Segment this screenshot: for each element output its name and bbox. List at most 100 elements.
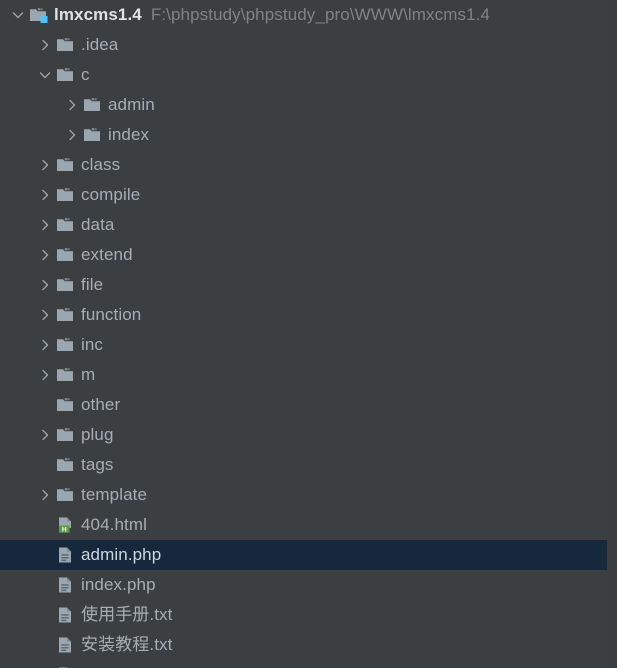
tree-row-label: plug [81,425,114,444]
tree-row-label: admin.php [81,545,162,564]
folder-icon [55,300,77,330]
tree-row-label: .idea [81,35,119,54]
tree-leaf-spacer [35,570,55,600]
folder-icon [82,120,104,150]
tree-row-label: index [108,125,150,144]
tree-row-label: lmxcms1.4 [54,5,142,24]
tree-row[interactable]: class [0,150,617,180]
tree-leaf-spacer [35,540,55,570]
tree-leaf-spacer [35,600,55,630]
chevron-right-icon[interactable] [35,180,55,210]
tree-row[interactable]: tags [0,450,617,480]
project-path-label: F:\phpstudy\phpstudy_pro\WWW\lmxcms1.4 [150,5,491,24]
chevron-right-icon[interactable] [62,90,82,120]
tree-row-label: c [81,65,90,84]
chevron-right-icon[interactable] [35,240,55,270]
folder-icon [55,30,77,60]
chevron-right-icon[interactable] [35,270,55,300]
tree-row[interactable]: index.php [0,570,617,600]
tree-row[interactable]: function [0,300,617,330]
tree-row[interactable]: admin [0,90,617,120]
tree-leaf-spacer [35,510,55,540]
folder-icon [55,390,77,420]
chevron-down-icon[interactable] [8,0,28,30]
folder-icon [55,240,77,270]
chevron-right-icon[interactable] [35,300,55,330]
tree-row[interactable] [0,660,617,668]
tree-row[interactable]: .idea [0,30,617,60]
tree-row[interactable]: template [0,480,617,510]
tree-row-label: m [81,365,96,384]
tree-row[interactable]: data [0,210,617,240]
project-folder-icon [28,0,50,30]
tree-row[interactable]: H 404.html [0,510,617,540]
folder-icon [55,450,77,480]
tree-row-label: other [81,395,121,414]
folder-icon [55,180,77,210]
folder-icon [55,360,77,390]
tree-row-label: tags [81,455,114,474]
tree-row[interactable]: compile [0,180,617,210]
folder-icon [82,90,104,120]
tree-row-label: admin [108,95,155,114]
folder-icon [55,210,77,240]
chevron-right-icon[interactable] [35,480,55,510]
tree-row[interactable]: inc [0,330,617,360]
php-file-icon [55,540,77,570]
tree-row-label: compile [81,185,141,204]
tree-row-label: data [81,215,115,234]
tree-leaf-spacer [35,630,55,660]
tree-row[interactable]: 安装教程.txt [0,630,617,660]
tree-row[interactable]: lmxcms1.4 F:\phpstudy\phpstudy_pro\WWW\lm… [0,0,617,30]
php-file-icon [55,570,77,600]
tree-row[interactable]: extend [0,240,617,270]
vertical-scrollbar[interactable] [607,0,617,668]
tree-row[interactable]: admin.php [0,540,617,570]
tree-row-label: class [81,155,121,174]
tree-row-label: index.php [81,575,156,594]
text-file-icon [55,600,77,630]
chevron-right-icon[interactable] [35,360,55,390]
project-tree[interactable]: lmxcms1.4 F:\phpstudy\phpstudy_pro\WWW\lm… [0,0,617,668]
tree-row-label: 安装教程.txt [81,635,173,654]
tree-row[interactable]: c [0,60,617,90]
tree-row-label: file [81,275,104,294]
tree-row[interactable]: index [0,120,617,150]
tree-row[interactable]: other [0,390,617,420]
folder-icon [55,480,77,510]
chevron-right-icon[interactable] [35,210,55,240]
tree-row[interactable]: file [0,270,617,300]
chevron-right-icon[interactable] [35,420,55,450]
chevron-right-icon[interactable] [35,150,55,180]
tree-row-label: extend [81,245,133,264]
folder-icon [55,270,77,300]
tree-row-label: template [81,485,148,504]
tree-row[interactable]: plug [0,420,617,450]
tree-row[interactable]: 使用手册.txt [0,600,617,630]
folder-icon [55,60,77,90]
folder-icon [55,420,77,450]
tree-row[interactable]: m [0,360,617,390]
chevron-right-icon[interactable] [35,330,55,360]
chevron-right-icon[interactable] [62,120,82,150]
folder-icon [55,330,77,360]
chevron-down-icon[interactable] [35,60,55,90]
text-file-icon [55,660,77,668]
tree-leaf-spacer [35,390,55,420]
chevron-right-icon[interactable] [35,30,55,60]
